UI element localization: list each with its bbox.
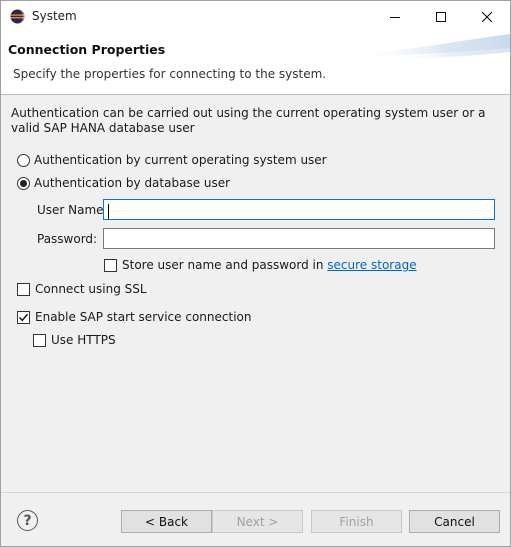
checkbox[interactable] xyxy=(17,282,30,296)
enable-sap-start-label: Enable SAP start service connection xyxy=(35,310,252,324)
eclipse-icon xyxy=(10,9,25,24)
help-button[interactable]: ? xyxy=(17,510,38,531)
minimize-icon xyxy=(390,16,400,18)
wizard-banner: Connection Properties Specify the proper… xyxy=(1,32,510,95)
radio-button[interactable] xyxy=(17,153,30,167)
close-icon xyxy=(482,11,492,22)
text-cursor xyxy=(108,204,109,219)
user-name-input[interactable] xyxy=(103,199,495,220)
cancel-button[interactable]: Cancel xyxy=(409,510,500,533)
secure-storage-link[interactable]: secure storage xyxy=(327,258,416,272)
radio-button-selected[interactable] xyxy=(17,176,30,190)
store-credentials-checkbox[interactable]: Store user name and password in secure s… xyxy=(104,257,417,273)
banner-title: Connection Properties xyxy=(8,42,166,57)
banner-divider xyxy=(1,94,510,95)
dialog-window: System Connection Properties Specify the… xyxy=(0,0,511,547)
use-https-label: Use HTTPS xyxy=(51,333,116,347)
checkbox-checked[interactable] xyxy=(17,310,30,324)
intro-text: Authentication can be carried out using … xyxy=(11,106,486,135)
help-icon: ? xyxy=(23,512,32,529)
auth-os-user-radio[interactable]: Authentication by current operating syst… xyxy=(17,152,327,168)
user-name-label: User Name: xyxy=(37,203,108,217)
minimize-button[interactable] xyxy=(372,1,418,32)
auth-os-user-label: Authentication by current operating syst… xyxy=(34,153,327,167)
maximize-button[interactable] xyxy=(418,1,464,32)
banner-swoosh-graphic xyxy=(350,34,510,59)
title-bar: System xyxy=(1,1,510,32)
auth-db-user-label: Authentication by database user xyxy=(34,176,231,190)
enable-sap-start-checkbox[interactable]: Enable SAP start service connection xyxy=(17,309,251,325)
checkbox[interactable] xyxy=(33,333,46,347)
auth-db-user-radio[interactable]: Authentication by database user xyxy=(17,175,230,191)
close-button[interactable] xyxy=(464,1,510,32)
maximize-icon xyxy=(436,11,446,22)
footer-divider xyxy=(1,492,510,493)
banner-description: Specify the properties for connecting to… xyxy=(13,67,327,81)
window-title: System xyxy=(32,9,77,23)
connect-ssl-label: Connect using SSL xyxy=(35,282,147,296)
checkbox[interactable] xyxy=(104,258,117,272)
password-input[interactable] xyxy=(103,228,495,249)
connection-form: Authentication can be carried out using … xyxy=(1,97,510,492)
next-button[interactable]: Next > xyxy=(212,510,303,533)
use-https-checkbox[interactable]: Use HTTPS xyxy=(33,332,116,348)
back-button[interactable]: < Back xyxy=(121,510,212,533)
connect-ssl-checkbox[interactable]: Connect using SSL xyxy=(17,281,147,297)
checkmark-icon xyxy=(19,313,29,321)
password-label: Password: xyxy=(37,232,98,246)
store-credentials-label: Store user name and password in xyxy=(122,258,328,272)
finish-button[interactable]: Finish xyxy=(311,510,402,533)
